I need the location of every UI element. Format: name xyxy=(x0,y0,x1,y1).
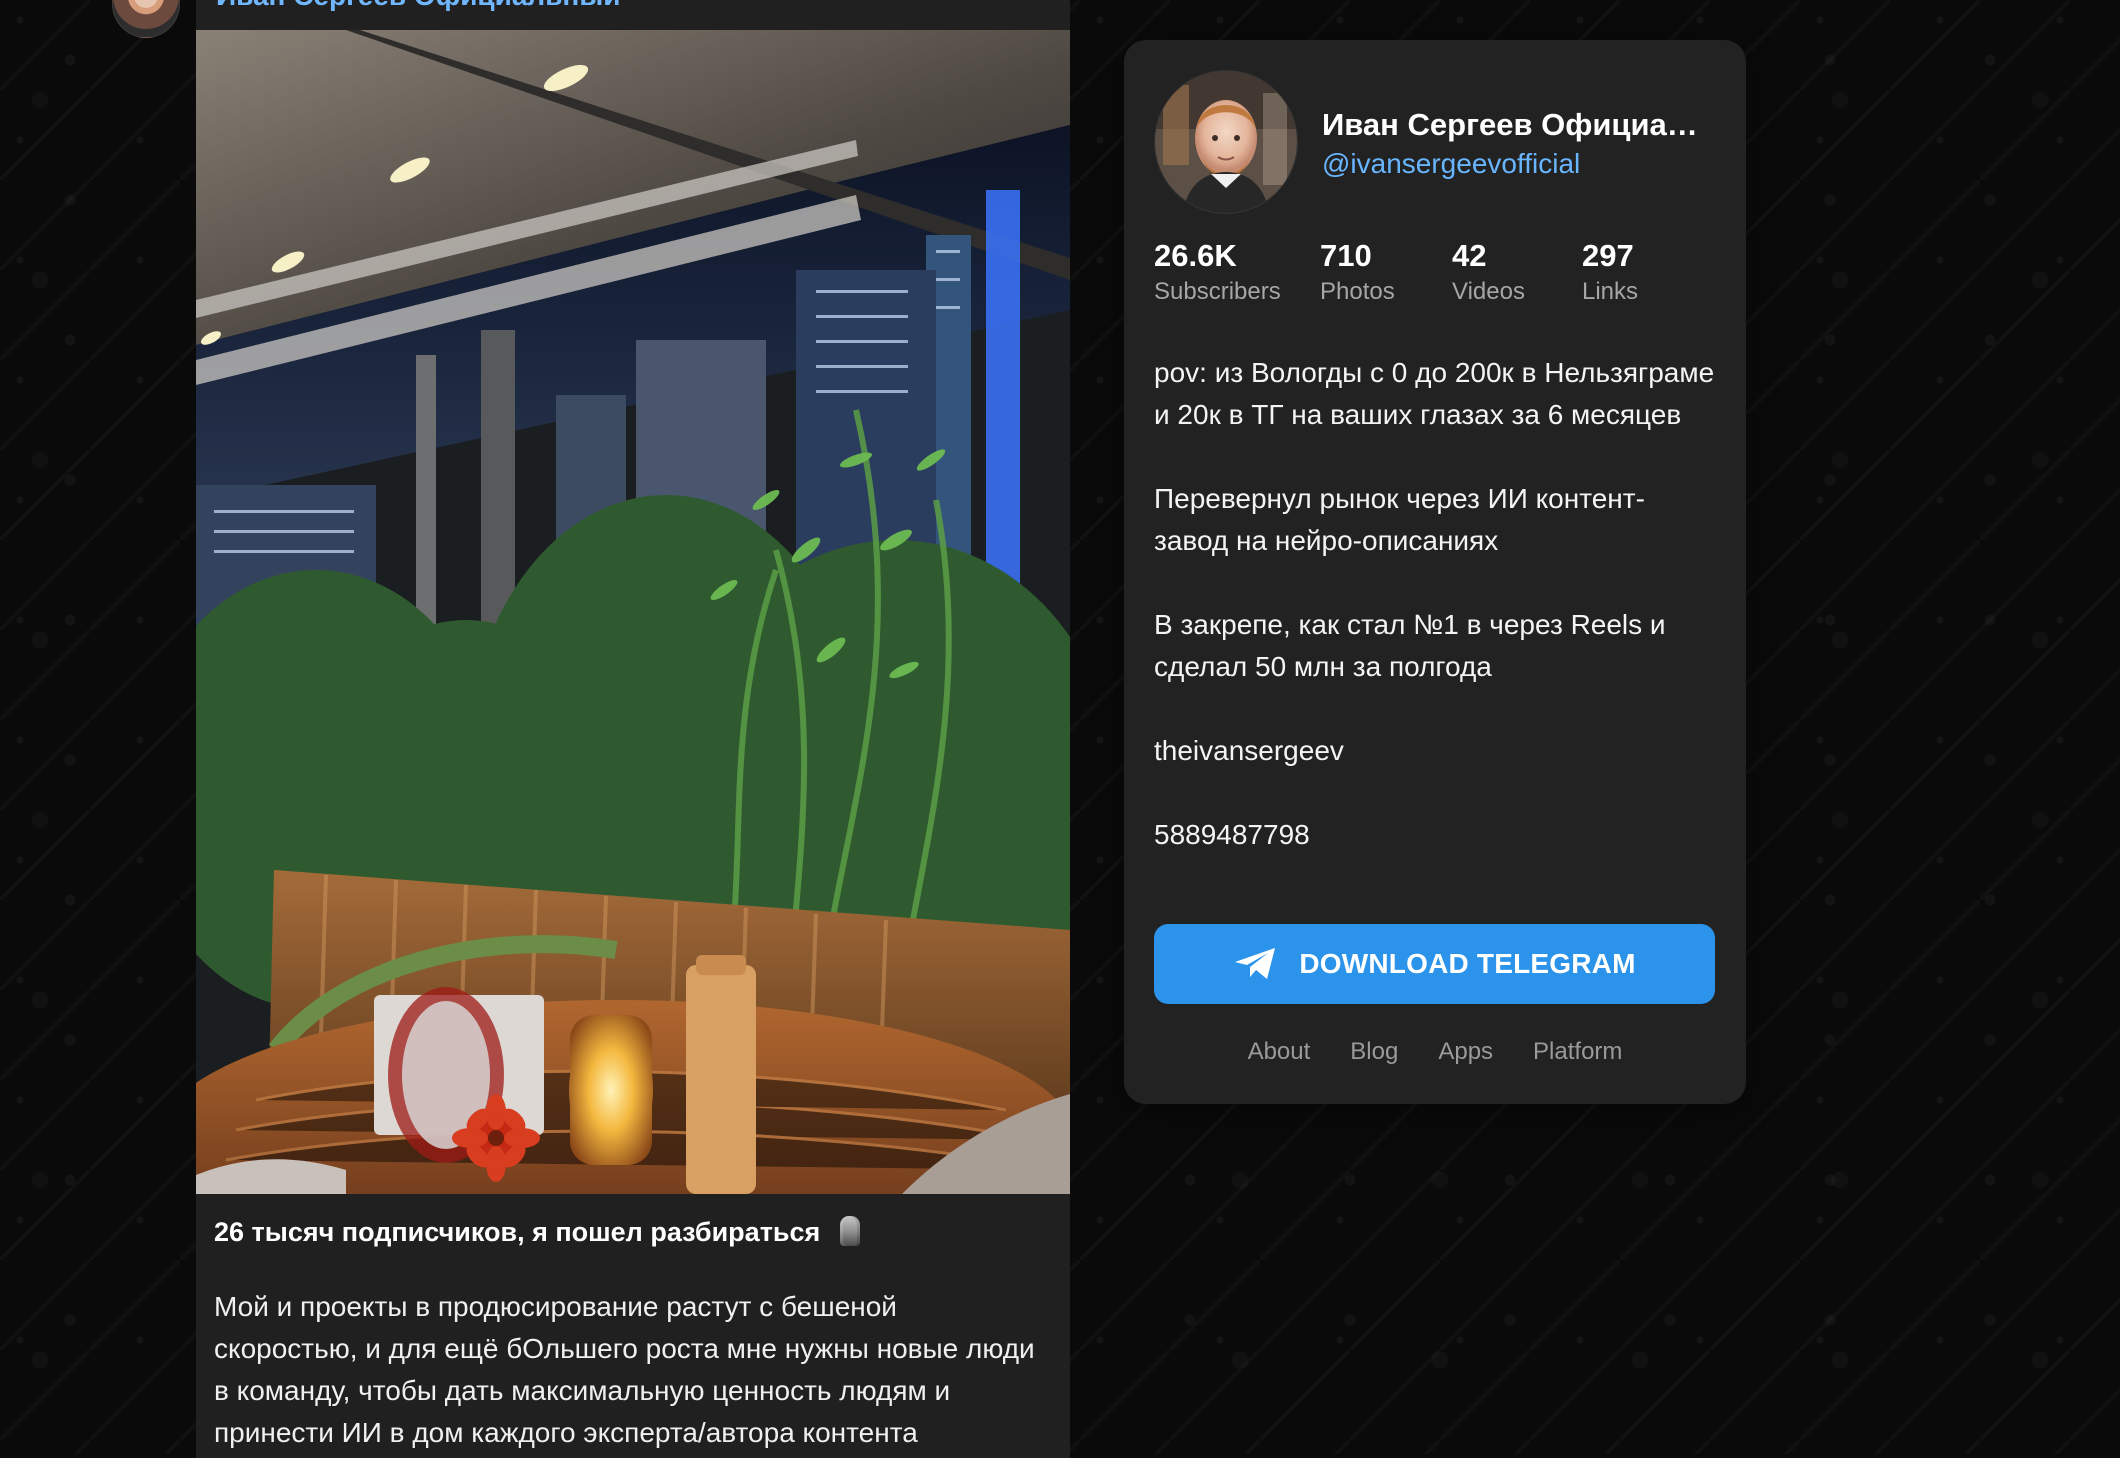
post-photo[interactable] xyxy=(196,30,1070,1194)
stat-links-value: 297 xyxy=(1582,238,1634,273)
download-telegram-label: DOWNLOAD TELEGRAM xyxy=(1299,948,1636,979)
stat-photos[interactable]: 710 Photos xyxy=(1320,238,1395,306)
channel-info-card: Иван Сергеев Официаль... @ivansergeevoff… xyxy=(1124,40,1746,1104)
stat-links[interactable]: 297 Links xyxy=(1582,238,1638,306)
description-paragraph: 5889487798 xyxy=(1154,819,1310,850)
paper-plane-icon xyxy=(1235,948,1276,979)
stone-moai-icon xyxy=(839,1216,860,1246)
stat-videos-value: 42 xyxy=(1452,238,1487,273)
stat-photos-label: Photos xyxy=(1320,278,1395,305)
stat-photos-value: 710 xyxy=(1320,238,1372,273)
post-title: 26 тысяч подписчиков, я пошел разбиратьс… xyxy=(214,1212,1052,1252)
description-paragraph: pov: из Вологды с 0 до 200к в Нельзяграм… xyxy=(1154,357,1715,430)
stat-videos-label: Videos xyxy=(1452,278,1525,305)
footer-link-about[interactable]: About xyxy=(1248,1038,1311,1066)
channel-stats: 26.6K Subscribers 710 Photos 42 Videos 2… xyxy=(1154,238,1714,322)
description-paragraph: Перевернул рынок через ИИ контент-завод … xyxy=(1154,483,1645,556)
stat-subscribers: 26.6K Subscribers xyxy=(1154,238,1281,306)
post-author-name[interactable]: Иван Сергеев Официальный xyxy=(216,0,620,12)
post-title-text: 26 тысяч подписчиков, я пошел разбиратьс… xyxy=(214,1217,821,1247)
channel-username[interactable]: @ivansergeevofficial xyxy=(1322,146,1580,182)
channel-description: pov: из Вологды с 0 до 200к в Нельзяграм… xyxy=(1154,352,1716,856)
description-paragraph: theivansergeev xyxy=(1154,735,1344,766)
footer-link-platform[interactable]: Platform xyxy=(1533,1038,1622,1066)
channel-avatar[interactable] xyxy=(1154,70,1298,214)
stat-links-label: Links xyxy=(1582,278,1639,305)
footer-link-blog[interactable]: Blog xyxy=(1350,1038,1398,1066)
download-telegram-button[interactable]: DOWNLOAD TELEGRAM xyxy=(1154,924,1715,1004)
post-card: Иван Сергеев Официальный xyxy=(196,0,1070,1458)
footer-link-apps[interactable]: Apps xyxy=(1438,1038,1493,1066)
stat-videos[interactable]: 42 Videos xyxy=(1452,238,1525,306)
stat-subscribers-value: 26.6K xyxy=(1154,238,1237,273)
post-body: Мой и проекты в продюсирование растут с … xyxy=(214,1291,1035,1448)
footer-links: About Blog Apps Platform xyxy=(1124,1038,1746,1066)
post-caption: 26 тысяч подписчиков, я пошел разбиратьс… xyxy=(214,1212,1052,1454)
stat-subscribers-label: Subscribers xyxy=(1154,278,1281,305)
description-paragraph: В закрепе, как стал №1 в через Reels и с… xyxy=(1154,609,1666,682)
channel-title: Иван Сергеев Официаль... xyxy=(1322,107,1712,142)
